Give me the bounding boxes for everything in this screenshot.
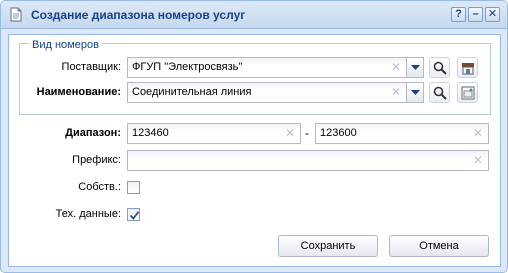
name-search-button[interactable] <box>429 82 450 103</box>
save-button[interactable]: Сохранить <box>278 235 378 257</box>
form-body: Вид номеров Поставщик: ФГУП "Электросвяз… <box>8 34 501 267</box>
name-combo[interactable]: Соединительная линия ✕ <box>127 82 407 103</box>
name-card-button[interactable] <box>457 82 478 103</box>
clear-icon[interactable]: ✕ <box>472 127 484 139</box>
chevron-down-icon <box>411 65 420 70</box>
group-legend: Вид номеров <box>29 39 102 51</box>
prefix-input[interactable]: ✕ <box>127 150 489 171</box>
checkmark-icon <box>129 211 140 220</box>
supplier-value: ФГУП "Электросвязь" <box>132 61 243 73</box>
range-label: Диапазон: <box>65 127 121 139</box>
clear-icon[interactable]: ✕ <box>284 127 296 139</box>
help-button[interactable]: ? <box>451 7 466 22</box>
name-value: Соединительная линия <box>132 86 252 98</box>
document-icon <box>9 7 23 22</box>
range-from-value: 123460 <box>132 127 169 139</box>
clear-icon[interactable]: ✕ <box>390 61 402 73</box>
name-label: Наименование: <box>36 86 121 98</box>
number-type-group <box>19 43 491 115</box>
tech-data-label: Тех. данные: <box>55 208 121 220</box>
supplier-label: Поставщик: <box>61 61 121 73</box>
name-dropdown-button[interactable] <box>407 82 424 103</box>
prefix-label: Префикс: <box>72 154 121 166</box>
close-button[interactable]: ✕ <box>485 7 500 22</box>
range-from-input[interactable]: 123460 ✕ <box>127 123 301 144</box>
dialog-window: Создание диапазона номеров услуг ? – ✕ В… <box>0 0 508 273</box>
search-icon <box>433 61 447 75</box>
cancel-button[interactable]: Отмена <box>389 235 489 257</box>
supplier-search-button[interactable] <box>429 57 450 78</box>
chevron-down-icon <box>411 90 420 95</box>
card-icon <box>461 86 475 100</box>
clear-icon[interactable]: ✕ <box>472 154 484 166</box>
own-checkbox[interactable] <box>127 181 140 194</box>
tech-data-checkbox[interactable] <box>127 208 140 221</box>
supplier-dropdown-button[interactable] <box>407 57 424 78</box>
range-to-input[interactable]: 123600 ✕ <box>315 123 489 144</box>
range-to-value: 123600 <box>320 127 357 139</box>
search-icon <box>433 86 447 100</box>
clear-icon[interactable]: ✕ <box>390 86 402 98</box>
supplier-card-button[interactable] <box>457 57 478 78</box>
title-bar[interactable]: Создание диапазона номеров услуг ? – ✕ <box>1 1 507 29</box>
store-icon <box>462 63 474 75</box>
range-separator: - <box>305 126 309 140</box>
minimize-button[interactable]: – <box>468 7 483 22</box>
own-label: Собств.: <box>78 181 121 193</box>
window-title: Создание диапазона номеров услуг <box>31 8 246 22</box>
supplier-combo[interactable]: ФГУП "Электросвязь" ✕ <box>127 57 407 78</box>
